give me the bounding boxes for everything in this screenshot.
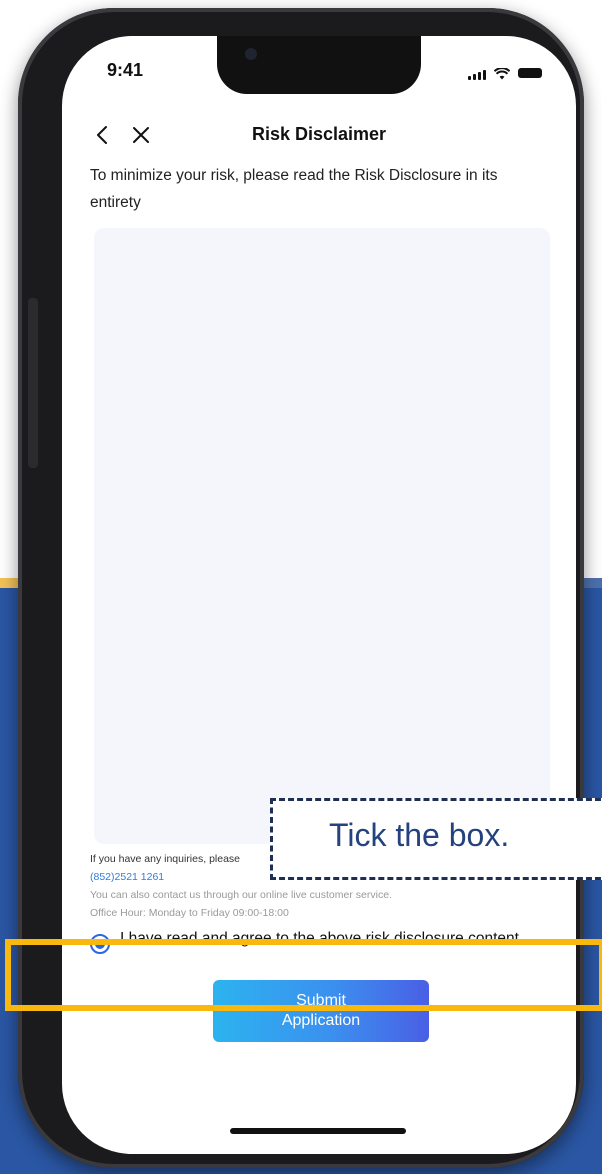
submit-highlight-frame <box>5 939 602 1011</box>
home-indicator <box>230 1128 406 1134</box>
battery-icon <box>518 68 542 78</box>
tutorial-callout: Tick the box. <box>270 798 602 880</box>
wifi-icon <box>494 68 510 80</box>
signal-icon <box>468 70 486 80</box>
intro-text: To minimize your risk, please read the R… <box>90 167 498 211</box>
nav-bar: Risk Disclaimer <box>62 120 576 156</box>
status-time: 9:41 <box>107 60 144 80</box>
callout-text: Tick the box. <box>329 817 510 853</box>
risk-disclosure-content[interactable] <box>94 228 550 844</box>
camera-icon <box>245 48 257 60</box>
status-icons <box>468 60 542 80</box>
page-title: Risk Disclaimer <box>251 124 387 144</box>
phone-notch <box>217 36 421 94</box>
phone-side-button <box>28 298 38 468</box>
office-hours-text: Office Hour: Monday to Friday 09:00-18:0… <box>90 907 289 919</box>
live-service-text: You can also contact us through our onli… <box>90 889 392 901</box>
